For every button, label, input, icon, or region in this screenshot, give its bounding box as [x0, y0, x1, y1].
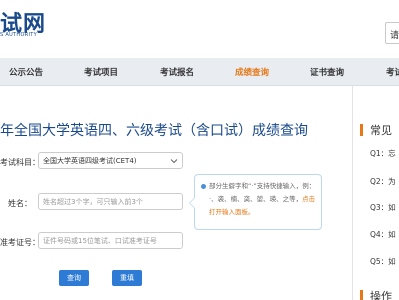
- exam-subject-label: 考试科目：: [0, 158, 40, 167]
- page-title: 年全国大学英语四、六级考试（含口试）成绩查询: [0, 123, 308, 139]
- name-placeholder: 姓名超过3个字，可只输入前3个: [43, 198, 143, 206]
- reset-button[interactable]: 重填: [112, 270, 142, 286]
- name-label: 姓名：: [8, 199, 32, 208]
- ops-accent-bar: [360, 290, 363, 300]
- exam-subject-select[interactable]: 全国大学英语四级考试(CET4): [38, 152, 183, 169]
- nav-item-exam-registration[interactable]: 考试报名: [160, 66, 194, 78]
- nav-item-more[interactable]: 考试: [386, 66, 399, 78]
- site-logo-subtitle: S AUTHORITY: [0, 32, 37, 38]
- query-button[interactable]: 查询: [59, 270, 89, 286]
- nav-item-certificate-query[interactable]: 证书查询: [310, 66, 344, 78]
- name-input[interactable]: 姓名超过3个字，可只输入前3个: [38, 193, 183, 210]
- tip-text: 部分生僻字和“·”支持快捷输入，例：·、袭、楠、䶮、堃、瑛、之等，点击打开输入面…: [209, 182, 316, 216]
- nav-item-score-query[interactable]: 成绩查询: [235, 66, 269, 78]
- faq-accent-bar: [360, 124, 363, 136]
- faq-item[interactable]: Q2：为: [370, 176, 396, 187]
- nav-item-announcements[interactable]: 公示公告: [9, 66, 43, 78]
- id-placeholder: 证件号码或15位笔试、口试准考证号: [43, 237, 157, 245]
- ops-title: 操作: [370, 290, 392, 300]
- faq-item[interactable]: Q5：如: [370, 256, 396, 267]
- search-input[interactable]: 请输: [385, 22, 399, 44]
- id-label: 准考证号：: [0, 238, 40, 247]
- exam-subject-value: 全国大学英语四级考试(CET4): [43, 157, 137, 165]
- chevron-down-icon: [170, 159, 178, 164]
- faq-item[interactable]: Q3：如: [370, 202, 396, 213]
- faq-item[interactable]: Q1：忘: [370, 148, 396, 159]
- nav-item-exam-programs[interactable]: 考试项目: [84, 66, 118, 78]
- info-dot-icon: [201, 184, 206, 189]
- faq-item[interactable]: Q4：如: [370, 229, 396, 240]
- input-tip-popover: 部分生僻字和“·”支持快捷输入，例：·、袭、楠、䶮、堃、瑛、之等，点击打开输入面…: [189, 174, 322, 230]
- id-input[interactable]: 证件号码或15位笔试、口试准考证号: [38, 232, 183, 249]
- sidebar-divider: [352, 86, 353, 300]
- main-nav: 公示公告 考试项目 考试报名 成绩查询 证书查询 考试: [0, 58, 399, 86]
- faq-title: 常见: [370, 124, 392, 137]
- site-header: 试网 S AUTHORITY 请输: [0, 0, 399, 58]
